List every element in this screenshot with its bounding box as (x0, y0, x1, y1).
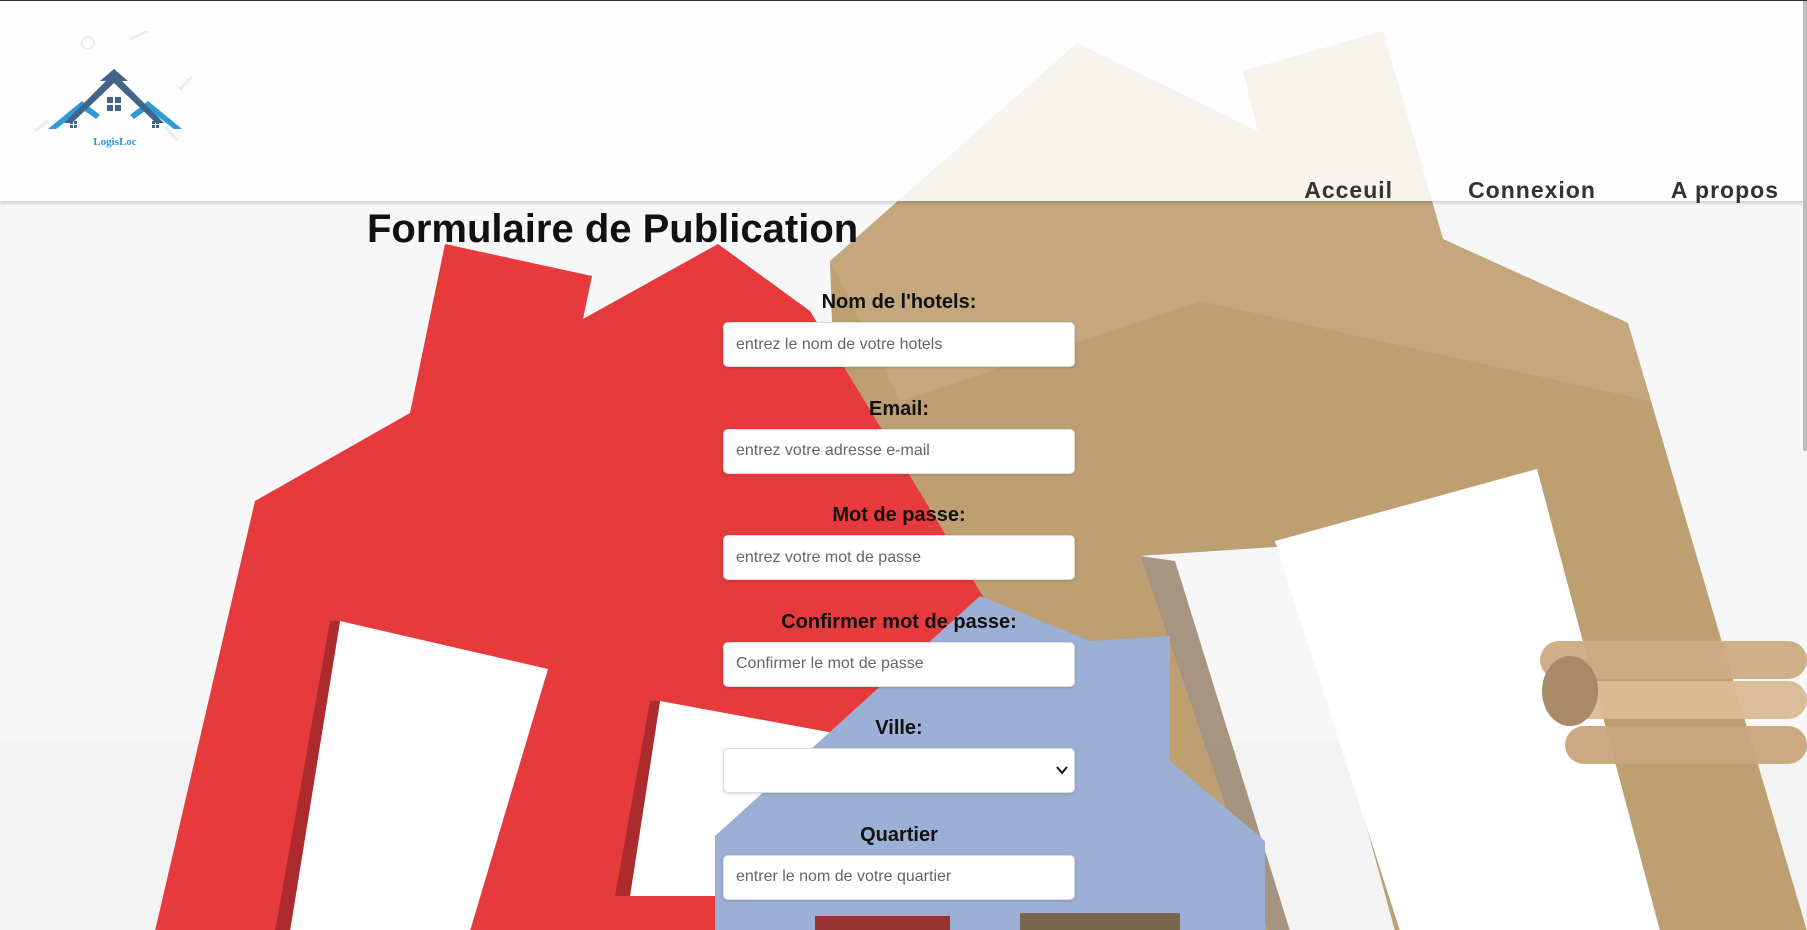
page-title: Formulaire de Publication (367, 207, 859, 251)
password-label: Mot de passe: (832, 504, 966, 526)
email-field: Email: (723, 396, 1075, 503)
page: LogisLoc Acceuil Connexion A propos Form… (0, 0, 1807, 930)
publication-form: Nom de l'hotels: Email: Mot de passe: Co… (723, 289, 1075, 928)
password-input[interactable] (723, 535, 1075, 580)
site-header: LogisLoc Acceuil Connexion A propos (0, 1, 1807, 204)
city-select[interactable] (723, 748, 1075, 793)
hotel-name-label: Nom de l'hotels: (821, 291, 977, 313)
district-label: Quartier (860, 823, 938, 846)
hotel-name-input[interactable] (723, 322, 1075, 367)
hotel-name-field: Nom de l'hotels: (723, 289, 1075, 396)
email-input[interactable] (723, 428, 1075, 474)
page-scrollbar[interactable] (1803, 1, 1807, 451)
nav-link-connexion[interactable]: Connexion (1468, 177, 1596, 204)
house-roof-logo-icon (34, 29, 194, 143)
password-field: Mot de passe: (723, 502, 1075, 609)
city-label: Ville: (875, 717, 923, 739)
confirm-password-label: Confirmer mot de passe: (781, 610, 1017, 633)
email-label: Email: (868, 397, 930, 420)
confirm-password-field: Confirmer mot de passe: (723, 609, 1075, 716)
district-input[interactable] (723, 854, 1075, 900)
nav-link-accueil[interactable]: Acceuil (1304, 177, 1393, 204)
main-nav: Acceuil Connexion A propos (1304, 177, 1779, 204)
confirm-password-input[interactable] (723, 641, 1075, 687)
brand-name: LogisLoc (93, 136, 137, 148)
city-field: Ville: (723, 715, 1075, 822)
nav-link-a-propos[interactable]: A propos (1671, 177, 1779, 204)
district-field: Quartier (723, 822, 1075, 929)
logo[interactable]: LogisLoc (30, 29, 200, 161)
